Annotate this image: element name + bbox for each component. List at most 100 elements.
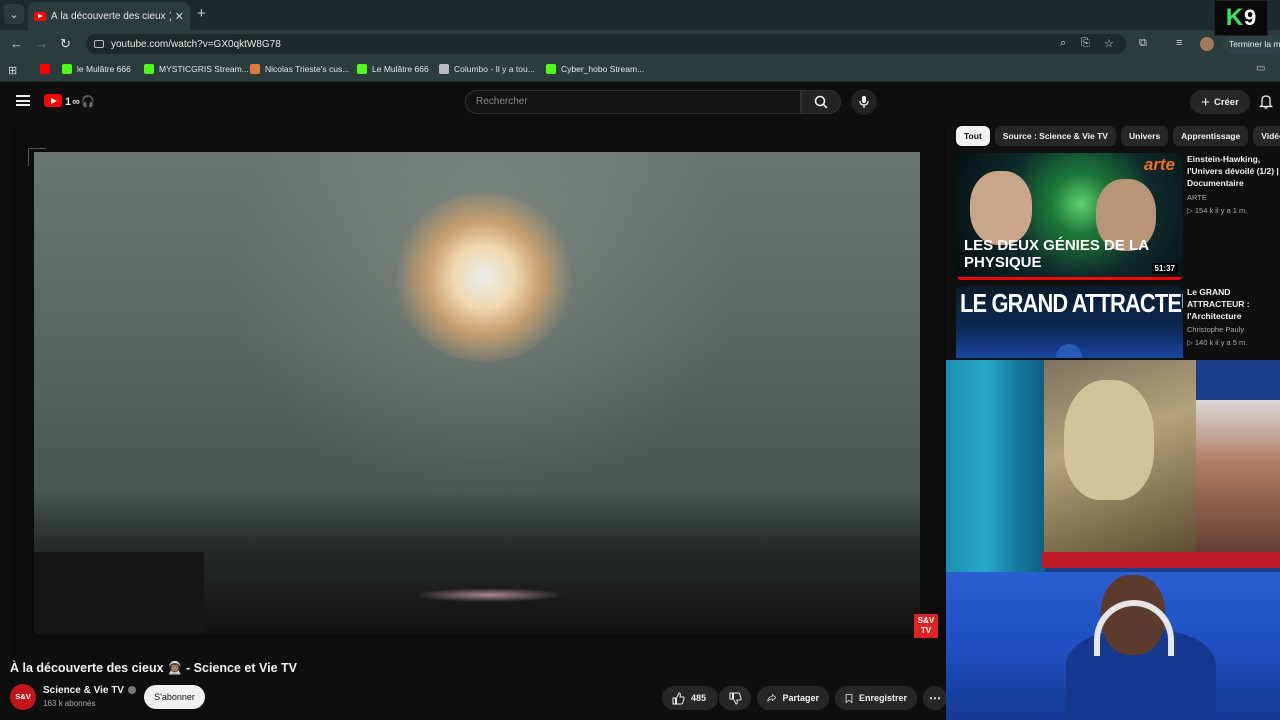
- verified-badge-icon: [127, 686, 136, 695]
- menu-hamburger-icon[interactable]: [16, 95, 30, 106]
- zoom-search-icon[interactable]: ⌕: [1060, 37, 1066, 50]
- red-frame: [1042, 552, 1280, 568]
- site-settings-icon[interactable]: [94, 40, 104, 48]
- bookmark-item[interactable]: le Mulâtre 666: [62, 64, 131, 74]
- bookmarks-bar: ⊞ le Mulâtre 666 MYSTICGRIS Stream... Nico…: [0, 58, 1280, 82]
- microphone-icon: [859, 96, 869, 108]
- dislike-button[interactable]: [719, 686, 751, 710]
- recommended-video[interactable]: LE GRAND ATTRACTEUR Le GRAND ATTRACTEUR …: [956, 286, 1280, 360]
- curtain: [946, 360, 1046, 575]
- thumbnail-caption: LES DEUX GÉNIES DE LA PHYSIQUE: [964, 237, 1149, 271]
- recommended-channel[interactable]: Christophe Pauly: [1187, 325, 1244, 334]
- bookmark-item[interactable]: MYSTICGRIS Stream...: [144, 64, 249, 74]
- bookmark-item[interactable]: Cyber_hobo Stream...: [546, 64, 644, 74]
- thumbnail-portrait: [970, 171, 1032, 245]
- profile-avatar[interactable]: [1200, 37, 1214, 51]
- bookmark-favicon-icon: [62, 64, 72, 74]
- bookmark-item[interactable]: Le Mulâtre 666: [357, 64, 429, 74]
- bookmark-label: Nicolas Trieste's cus...: [265, 64, 350, 74]
- subscribe-button[interactable]: S'abonner: [144, 685, 205, 709]
- reload-icon[interactable]: ↻: [60, 36, 71, 52]
- k9-stream-badge: K 9: [1214, 0, 1268, 36]
- bookmark-favicon-icon: [144, 64, 154, 74]
- apps-grid-icon[interactable]: ⊞: [8, 64, 17, 77]
- bookmark-favicon-icon: [250, 64, 260, 74]
- sun-light: [394, 192, 574, 362]
- background-portrait: [1196, 400, 1280, 560]
- k9-number: 9: [1244, 5, 1257, 30]
- browser-tab-bar: ⌄ À la découverte des cieux 👨🏽‍🚀 🔊 ✕ +: [0, 0, 1280, 30]
- bookmark-favicon-icon: [40, 64, 50, 74]
- tab-search-chevron-icon[interactable]: ⌄: [4, 4, 24, 24]
- share-button[interactable]: Partager: [757, 686, 829, 710]
- finish-update-button[interactable]: Terminer la m: [1223, 36, 1280, 53]
- channel-watermark[interactable]: S&V TV: [914, 614, 938, 638]
- recommended-thumbnail[interactable]: arte LES DEUX GÉNIES DE LA PHYSIQUE 51:3…: [956, 153, 1183, 280]
- chip-videos[interactable]: Vidéos s: [1253, 126, 1280, 146]
- youtube-logo-icon[interactable]: [44, 94, 62, 107]
- youtube-favicon-icon: [34, 11, 46, 21]
- filter-chips-bar: Tout Source : Science & Vie TV Univers Appr…: [956, 126, 1280, 146]
- recommended-channel[interactable]: ARTE: [1187, 193, 1207, 202]
- bookmark-label: Columbo - Il y a tou...: [454, 64, 535, 74]
- bookmark-favicon-icon: [439, 64, 449, 74]
- thumbnail-caption: LE GRAND ATTRACTEUR: [960, 288, 1183, 318]
- subscriber-count: 163 k abonnés: [43, 699, 96, 708]
- webcam-overlay: [946, 360, 1280, 720]
- chip-universe[interactable]: Univers: [1120, 126, 1169, 146]
- video-title: À la découverte des cieux 👨🏽‍🚀 - Science…: [10, 661, 297, 675]
- bookmark-folder-icon[interactable]: ▭: [1256, 63, 1265, 74]
- chip-all[interactable]: Tout: [956, 126, 990, 146]
- save-label: Enregistrer: [858, 693, 907, 703]
- youtube-logo-doodle[interactable]: 1∞🎧: [65, 95, 96, 108]
- channel-name-row[interactable]: Science & Vie TV: [43, 685, 136, 696]
- share-label: Partager: [782, 693, 819, 703]
- bookmark-item[interactable]: Columbo - Il y a tou...: [439, 64, 535, 74]
- video-player[interactable]: S&V TV: [10, 128, 946, 656]
- bookmark-favicon-icon: [546, 64, 556, 74]
- notifications-bell-icon[interactable]: [1259, 94, 1273, 109]
- channel-avatar[interactable]: S&V: [10, 684, 36, 710]
- watch-progress-bar: [956, 277, 1183, 280]
- tab-title: À la découverte des cieux 👨🏽‍🚀 🔊: [51, 10, 171, 22]
- bookmark-item[interactable]: [40, 64, 55, 74]
- media-controls-icon[interactable]: ≡: [1176, 37, 1182, 49]
- bookmark-save-icon: [845, 693, 853, 703]
- search-input[interactable]: Rechercher: [465, 90, 801, 114]
- bookmark-label: MYSTICGRIS Stream...: [159, 64, 249, 74]
- channel-name[interactable]: Science & Vie TV: [43, 685, 124, 696]
- recommended-meta: ▷ 154 k il y a 1 m.: [1187, 206, 1248, 215]
- save-button[interactable]: Enregistrer: [835, 686, 917, 710]
- bookmark-label: le Mulâtre 666: [77, 64, 131, 74]
- create-button[interactable]: + Créer: [1190, 90, 1250, 114]
- recommended-title[interactable]: Einstein-Hawking, l'Univers dévoilé (1/2…: [1187, 153, 1280, 189]
- youtube-header: 1∞🎧 Rechercher + Créer: [0, 82, 1280, 122]
- bookmark-star-icon[interactable]: ☆: [1104, 37, 1114, 50]
- recommended-meta: ▷ 140 k il y a 5 m.: [1187, 338, 1248, 347]
- k9-letter: K: [1225, 4, 1244, 31]
- extensions-puzzle-icon[interactable]: ⧉: [1139, 37, 1147, 50]
- video-duration: 51:37: [1151, 263, 1178, 274]
- forward-arrow-icon[interactable]: →: [35, 36, 48, 51]
- url-text: youtube.com/watch?v=GX0qktW8G78: [111, 38, 281, 50]
- like-button[interactable]: 485: [662, 686, 718, 710]
- thumbs-up-icon: [672, 691, 685, 704]
- painted-skull: [1064, 380, 1154, 500]
- url-field[interactable]: youtube.com/watch?v=GX0qktW8G78: [86, 34, 1126, 54]
- browser-tab-active[interactable]: À la découverte des cieux 👨🏽‍🚀 🔊 ✕: [28, 2, 190, 30]
- recommended-title[interactable]: Le GRAND ATTRACTEUR : l'Architecture INV…: [1187, 286, 1280, 322]
- video-frame: [34, 152, 920, 634]
- bookmark-item[interactable]: Nicolas Trieste's cus...: [250, 64, 349, 74]
- more-actions-icon[interactable]: ⋯: [923, 686, 947, 710]
- chip-source[interactable]: Source : Science & Vie TV: [994, 126, 1116, 146]
- back-arrow-icon[interactable]: ←: [10, 36, 23, 51]
- tab-close-icon[interactable]: ✕: [175, 10, 184, 23]
- recommended-thumbnail[interactable]: LE GRAND ATTRACTEUR: [956, 286, 1183, 358]
- search-button[interactable]: [801, 90, 841, 114]
- new-tab-plus-icon[interactable]: +: [197, 5, 206, 22]
- voice-search-button[interactable]: [851, 89, 877, 115]
- chip-learning[interactable]: Apprentissage: [1173, 126, 1249, 146]
- recommended-video[interactable]: arte LES DEUX GÉNIES DE LA PHYSIQUE 51:3…: [956, 153, 1280, 281]
- install-app-icon[interactable]: ⎘: [1081, 37, 1090, 50]
- search-icon: [814, 95, 828, 109]
